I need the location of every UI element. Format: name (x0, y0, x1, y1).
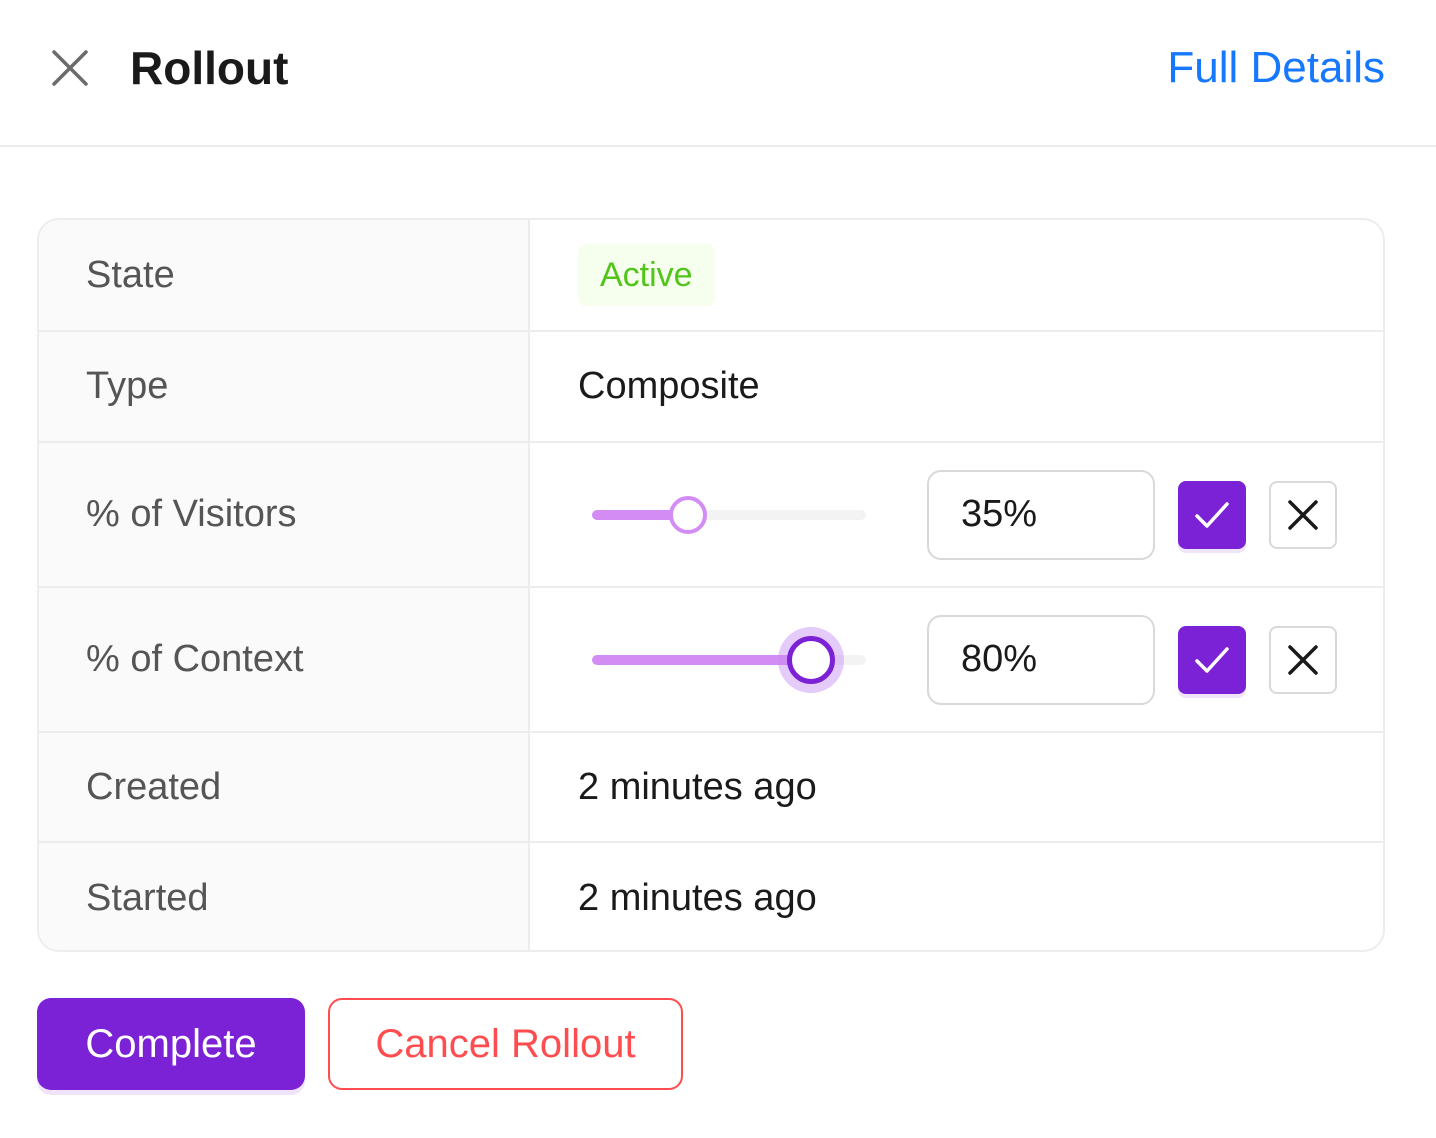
slider-handle[interactable] (787, 635, 836, 684)
close-icon (1288, 644, 1318, 675)
close-icon (1288, 499, 1318, 530)
full-details-link[interactable]: Full Details (1167, 40, 1385, 96)
drawer-title: Rollout (130, 42, 289, 94)
state-value: Active (530, 220, 1383, 330)
cancel-rollout-button[interactable]: Cancel Rollout (328, 998, 683, 1090)
context-value: 80% (530, 588, 1383, 731)
visitors-row: % of Visitors 35% (39, 443, 1383, 588)
created-label: Created (39, 733, 530, 841)
context-percent-input[interactable]: 80% (927, 614, 1155, 705)
complete-button[interactable]: Complete (37, 998, 305, 1090)
started-label: Started (39, 843, 530, 950)
check-icon (1195, 646, 1229, 673)
rollout-details-table: State Active Type Composite % of Visitor… (37, 218, 1385, 952)
created-value: 2 minutes ago (578, 765, 817, 808)
close-button[interactable] (46, 44, 94, 92)
started-row: Started 2 minutes ago (39, 843, 1383, 950)
context-reset-button[interactable] (1269, 625, 1337, 694)
check-icon (1195, 501, 1229, 528)
visitors-reset-button[interactable] (1269, 480, 1337, 549)
visitors-label: % of Visitors (39, 443, 530, 586)
visitors-value: 35% (530, 443, 1383, 586)
type-row: Type Composite (39, 332, 1383, 443)
type-label: Type (39, 332, 530, 441)
status-badge: Active (578, 244, 715, 306)
context-slider[interactable] (592, 630, 866, 690)
started-value: 2 minutes ago (578, 877, 817, 919)
context-row: % of Context 80% (39, 588, 1383, 733)
close-icon (52, 50, 88, 86)
drawer-header: Rollout Full Details (0, 0, 1436, 147)
visitors-percent-input[interactable]: 35% (927, 469, 1155, 560)
state-label: State (39, 220, 530, 330)
type-value: Composite (578, 365, 760, 407)
slider-handle[interactable] (668, 495, 707, 534)
created-row: Created 2 minutes ago (39, 733, 1383, 843)
slider-track (592, 654, 812, 665)
context-confirm-button[interactable] (1178, 625, 1246, 694)
state-row: State Active (39, 220, 1383, 332)
visitors-slider[interactable] (592, 485, 866, 545)
visitors-confirm-button[interactable] (1178, 480, 1246, 549)
context-label: % of Context (39, 588, 530, 731)
